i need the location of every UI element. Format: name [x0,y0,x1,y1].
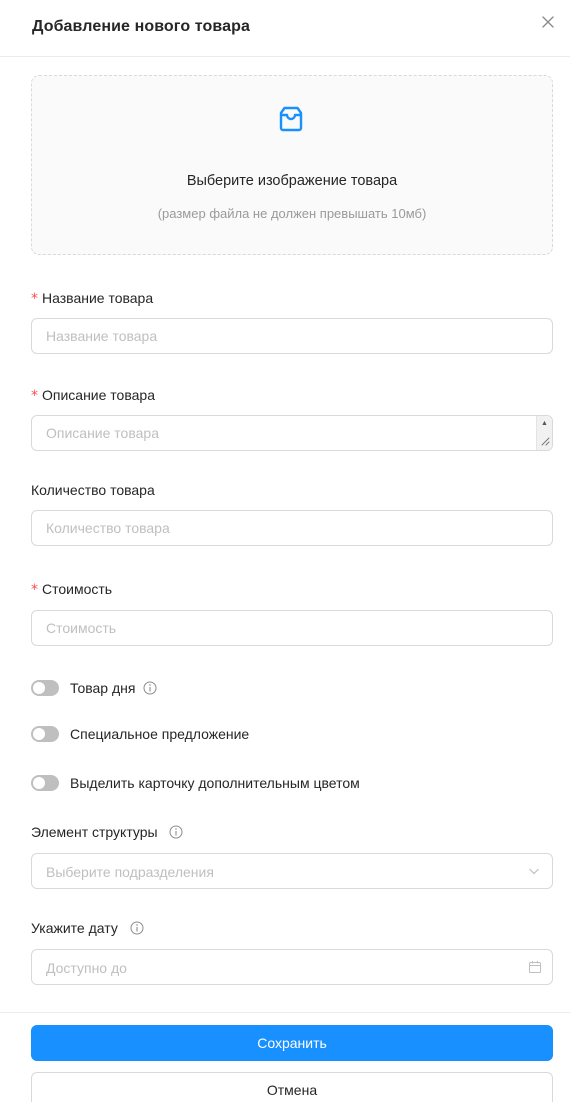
resize-grip-icon[interactable] [540,436,550,446]
image-upload-dropzone[interactable]: Выберите изображение товара (размер файл… [31,75,553,255]
calendar-icon [529,961,541,973]
structure-placeholder: Выберите подразделения [46,864,214,880]
textarea-scrollbar[interactable]: ▲ [536,416,552,450]
switch-knob [33,682,45,694]
upload-hint: (размер файла не должен превышать 10мб) [157,206,427,221]
scroll-up-arrow-icon[interactable]: ▲ [541,420,548,427]
switch-knob [33,777,45,789]
product-price-input[interactable] [31,610,553,646]
info-icon[interactable] [130,921,144,935]
name-label: * Название товара [31,290,153,307]
cancel-button[interactable]: Отмена [31,1072,553,1102]
upload-title: Выберите изображение товара [186,173,398,189]
required-mark: * [31,388,38,404]
product-name-input[interactable] [31,318,553,354]
structure-label-text: Элемент структуры [31,824,158,840]
toggle-label: Выделить карточку дополнительным цветом [70,775,360,791]
description-label-text: Описание товара [42,387,155,403]
date-label-text: Укажите дату [31,920,118,936]
switch[interactable] [31,726,59,742]
structure-label: Элемент структуры [31,824,183,840]
info-icon[interactable] [143,681,157,695]
date-placeholder: Доступно до [46,960,127,976]
inbox-icon [279,106,303,132]
toggle-highlight-card[interactable]: Выделить карточку дополнительным цветом [31,772,360,794]
switch[interactable] [31,680,59,696]
date-label: Укажите дату [31,920,144,936]
required-mark: * [31,582,38,598]
price-label-text: Стоимость [42,581,113,597]
toggle-label: Специальное предложение [70,726,250,742]
close-icon[interactable] [537,11,559,33]
description-textarea-wrapper: ▲ [31,415,553,451]
toggle-product-of-day[interactable]: Товар дня [31,677,157,699]
description-label: * Описание товара [31,387,155,404]
product-quantity-input[interactable] [31,510,553,546]
toggle-special-offer[interactable]: Специальное предложение [31,723,249,745]
modal-title: Добавление нового товара [32,18,250,35]
product-description-textarea[interactable] [32,416,552,450]
switch-knob [33,728,45,740]
info-icon[interactable] [169,825,183,839]
save-button[interactable]: Сохранить [31,1025,553,1061]
switch[interactable] [31,775,59,791]
name-label-text: Название товара [42,290,154,306]
quantity-label: Количество товара [31,482,155,498]
chevron-down-icon [529,868,539,875]
date-picker[interactable]: Доступно до [31,949,553,985]
required-mark: * [31,291,38,307]
structure-select[interactable]: Выберите подразделения [31,853,553,889]
footer-divider [0,1012,570,1013]
modal-header: Добавление нового товара [0,0,570,57]
price-label: * Стоимость [31,581,112,598]
toggle-label: Товар дня [70,680,136,696]
